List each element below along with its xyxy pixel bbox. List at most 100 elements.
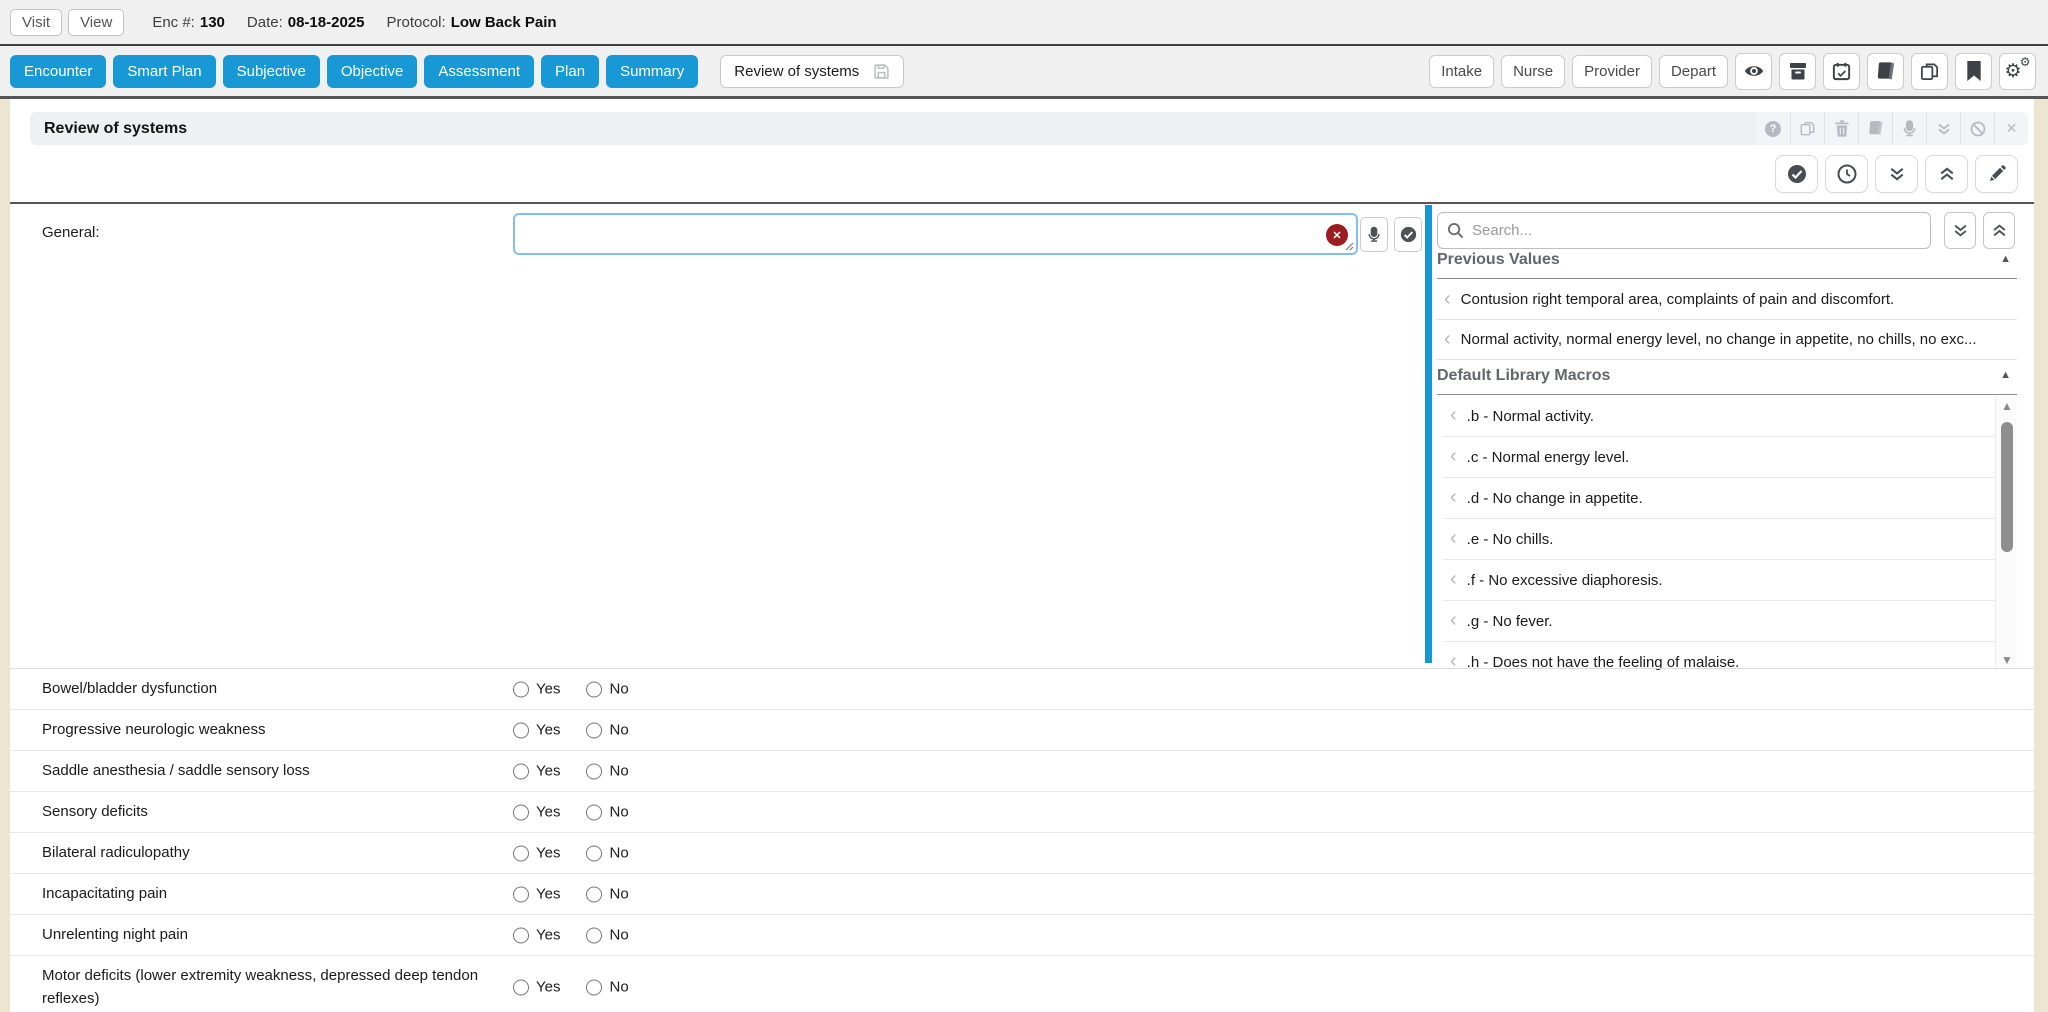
eye-icon[interactable] <box>1735 53 1772 90</box>
settings-gears-icon[interactable]: ⚙⚙ <box>1999 53 2036 90</box>
yes-label: Yes <box>536 886 560 903</box>
question-label: Bilateral radiculopathy <box>10 833 480 872</box>
bookmark-icon[interactable] <box>1955 53 1992 90</box>
red-flag-questions: Bowel/bladder dysfunction Yes No Progres… <box>10 668 2034 1012</box>
question-row: Unrelenting night pain Yes No <box>10 915 2034 956</box>
dictate-microphone-button[interactable] <box>1360 217 1388 252</box>
nav-tab[interactable]: Summary <box>606 55 698 88</box>
yes-label: Yes <box>536 722 560 739</box>
yes-no-radio-group: Yes No <box>513 979 629 996</box>
question-label: Saddle anesthesia / saddle sensory loss <box>10 751 480 790</box>
scroll-up-icon[interactable]: ▲ <box>1996 399 2018 413</box>
insert-macro-icon: ‹ <box>1450 446 1457 466</box>
archive-icon[interactable] <box>1779 53 1816 90</box>
yes-label: Yes <box>536 979 560 996</box>
yes-radio[interactable] <box>513 979 529 995</box>
macro-item[interactable]: ‹ .g - No fever. <box>1443 601 1999 642</box>
role-button[interactable]: Intake <box>1429 55 1494 88</box>
no-radio[interactable] <box>586 886 602 902</box>
yes-no-radio-group: Yes No <box>513 886 629 903</box>
no-radio[interactable] <box>586 979 602 995</box>
yes-no-radio-group: Yes No <box>513 722 629 739</box>
role-button[interactable]: Provider <box>1572 55 1652 88</box>
scroll-down-icon[interactable]: ▼ <box>1996 653 2018 667</box>
active-tab-review-of-systems[interactable]: Review of systems <box>720 55 904 88</box>
no-radio[interactable] <box>586 927 602 943</box>
macro-item[interactable]: ‹ .c - Normal energy level. <box>1443 437 1999 478</box>
question-label: Unrelenting night pain <box>10 915 480 954</box>
nav-tab[interactable]: Subjective <box>223 55 320 88</box>
nav-tab[interactable]: Objective <box>327 55 418 88</box>
macros-scrollbar[interactable]: ▲ ▼ <box>1995 396 2017 670</box>
macros-list: ‹ .b - Normal activity. ‹ .c - Normal en… <box>1443 396 1999 670</box>
yes-label: Yes <box>536 927 560 944</box>
general-textarea[interactable]: ✕ <box>513 213 1358 255</box>
insert-value-icon: ‹ <box>1444 329 1451 349</box>
visit-button[interactable]: Visit <box>10 9 62 36</box>
search-input[interactable] <box>1472 222 1921 239</box>
macro-item[interactable]: ‹ .d - No change in appetite. <box>1443 478 1999 519</box>
nav-tab[interactable]: Assessment <box>424 55 534 88</box>
previous-values-list: ‹ Contusion right temporal area, complai… <box>1437 280 2017 360</box>
no-label: No <box>609 979 628 996</box>
top-bar: Visit View Enc #:130 Date:08-18-2025 Pro… <box>0 0 2048 46</box>
scrollbar-thumb[interactable] <box>2001 422 2013 552</box>
no-label: No <box>609 804 628 821</box>
macro-item[interactable]: ‹ .f - No excessive diaphoresis. <box>1443 560 1999 601</box>
no-label: No <box>609 886 628 903</box>
encounter-date: Date:08-18-2025 <box>247 14 365 31</box>
expand-all-sections-icon[interactable] <box>1944 212 1976 249</box>
view-button[interactable]: View <box>68 9 124 36</box>
question-label: Bowel/bladder dysfunction <box>10 669 480 708</box>
book-icon[interactable] <box>1867 53 1904 90</box>
role-button[interactable]: Nurse <box>1501 55 1565 88</box>
yes-no-radio-group: Yes No <box>513 804 629 821</box>
collapse-all-sections-icon[interactable] <box>1983 212 2015 249</box>
question-label: Incapacitating pain <box>10 874 480 913</box>
no-radio[interactable] <box>586 681 602 697</box>
yes-no-radio-group: Yes No <box>513 681 629 698</box>
yes-radio[interactable] <box>513 845 529 861</box>
previous-value-item[interactable]: ‹ Contusion right temporal area, complai… <box>1437 280 2017 320</box>
default-library-macros-header: Default Library Macros ▲ <box>1437 367 2017 395</box>
previous-value-item[interactable]: ‹ Normal activity, normal energy level, … <box>1437 320 2017 360</box>
yes-label: Yes <box>536 763 560 780</box>
question-row: Bilateral radiculopathy Yes No <box>10 833 2034 874</box>
yes-label: Yes <box>536 681 560 698</box>
macro-item[interactable]: ‹ .b - Normal activity. <box>1443 396 1999 437</box>
yes-radio[interactable] <box>513 804 529 820</box>
yes-radio[interactable] <box>513 927 529 943</box>
nav-tab-bar: EncounterSmart PlanSubjectiveObjectiveAs… <box>0 46 2048 99</box>
section-title: Review of systems <box>44 120 187 138</box>
macro-item[interactable]: ‹ .e - No chills. <box>1443 519 1999 560</box>
question-row: Saddle anesthesia / saddle sensory loss … <box>10 751 2034 792</box>
calendar-check-icon[interactable] <box>1823 53 1860 90</box>
insert-macro-icon: ‹ <box>1450 405 1457 425</box>
role-button[interactable]: Depart <box>1659 55 1728 88</box>
nav-tab[interactable]: Plan <box>541 55 599 88</box>
no-radio[interactable] <box>586 763 602 779</box>
general-field-label: General: <box>42 224 100 241</box>
helper-panel-accent-bar <box>1425 205 1432 663</box>
no-radio[interactable] <box>586 722 602 738</box>
yes-radio[interactable] <box>513 886 529 902</box>
confirm-field-button[interactable] <box>1394 217 1422 252</box>
nav-tab[interactable]: Smart Plan <box>113 55 215 88</box>
copy-icon[interactable] <box>1911 53 1948 90</box>
collapse-previous-values-icon[interactable]: ▲ <box>2000 253 2011 265</box>
yes-radio[interactable] <box>513 763 529 779</box>
macro-item[interactable]: ‹ .h - Does not have the feeling of mala… <box>1443 642 1999 670</box>
question-label: Motor deficits (lower extremity weakness… <box>10 956 480 1012</box>
yes-radio[interactable] <box>513 681 529 697</box>
search-icon <box>1447 222 1464 239</box>
no-radio[interactable] <box>586 804 602 820</box>
resize-handle[interactable] <box>1344 241 1354 251</box>
nav-tab[interactable]: Encounter <box>10 55 106 88</box>
collapse-macros-icon[interactable]: ▲ <box>2000 369 2011 381</box>
role-buttons: IntakeNurseProviderDepart <box>1429 55 1728 88</box>
no-radio[interactable] <box>586 845 602 861</box>
encounter-number: Enc #:130 <box>152 14 225 31</box>
question-row: Sensory deficits Yes No <box>10 792 2034 833</box>
previous-values-header: Previous Values ▲ <box>1437 251 2017 279</box>
yes-radio[interactable] <box>513 722 529 738</box>
